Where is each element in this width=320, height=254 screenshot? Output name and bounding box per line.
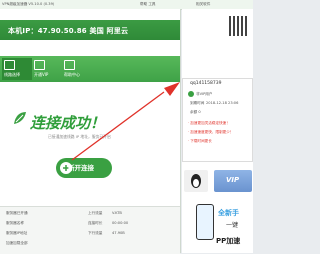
qq-button[interactable] [184,170,208,192]
info-cell: 下行流量 [88,231,103,235]
nav-label: 帮助中心 [64,72,80,77]
info-cell: 47.90B [112,231,125,235]
ad-line-3: PP加速 [216,237,241,245]
info-cell: 服务器已开通 [6,211,28,215]
ad-line-1: 全新手 [218,209,239,217]
username: qq141158739 [190,81,222,86]
vip-button[interactable]: VIP [214,170,252,192]
top-menu[interactable]: 帮助 工具 [140,2,156,7]
info-cell: 服务器IP地址 [6,231,28,235]
nav-label: 线路选择 [4,72,20,77]
help-icon [64,60,75,70]
balance: 余额 0 [190,110,201,114]
expiry-value: 2018-12-18 23:06 [206,101,239,105]
info-cell: 上行流量 [88,211,103,215]
expiry-label: 到期时间 [190,101,205,105]
ip-text: 本机IP：47.90.50.86 美国 阿里云 [8,27,129,35]
phone-icon [196,204,214,240]
qr-code-icon [229,16,249,36]
user-avatar-icon [188,91,194,97]
info-cell: 00:00:00 [112,221,129,225]
window-title: VPN超级加速器 V5.10.0 (0.39) [2,2,55,6]
red-arrow-annotation [71,82,180,161]
vip-label: VIP [226,176,240,184]
info-cell: 连接时长 [88,221,103,225]
promo-link-2[interactable]: · 加速速度更快，限制更少！ [188,130,233,135]
promo-link-3[interactable]: · 下载时间更长 [188,139,212,144]
nav-label: 开通VIP [34,72,49,77]
info-cell: 服务器名称 [6,221,24,225]
nav-vip[interactable]: 开通VIP [32,58,62,80]
user-level: 非VIP用户 [196,92,213,96]
route-icon [4,60,15,70]
nav-help[interactable]: 帮助中心 [62,58,92,80]
ad-line-2: 一键 [226,222,239,229]
info-cell: V.KTB [112,211,122,215]
vip-icon [34,60,45,70]
success-leaf-icon [14,112,26,124]
nav-route-select[interactable]: 线路选择 [2,58,32,80]
penguin-icon [191,174,201,188]
right-header-title: 相关软件 [196,2,211,6]
promo-link-1[interactable]: · 加速更加灵活稳定快速！ [188,121,230,126]
info-cell: 加速加载全部 [6,241,28,245]
